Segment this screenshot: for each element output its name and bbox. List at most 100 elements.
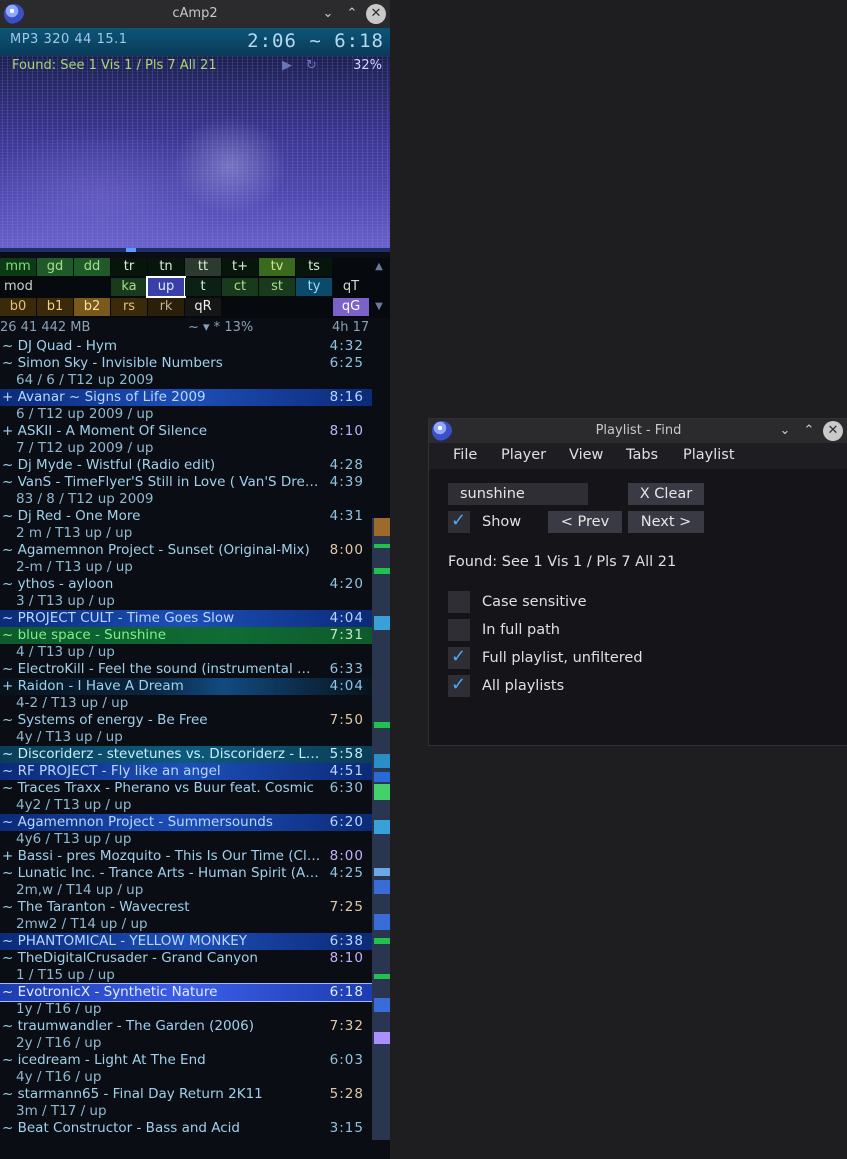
track-info-line[interactable]: 3m / T17 / up bbox=[0, 1103, 372, 1120]
track-info-line[interactable]: 1 / T15 up / up bbox=[0, 967, 372, 984]
track-info-line[interactable]: 4y / T13 up / up bbox=[0, 729, 372, 746]
tab-ct-button[interactable]: ct bbox=[222, 278, 258, 296]
clear-button[interactable]: X Clear bbox=[628, 483, 704, 505]
tab-ts-button[interactable]: ts bbox=[296, 258, 332, 276]
track-info-line[interactable]: 64 / 6 / T12 up 2009 bbox=[0, 372, 372, 389]
playlist-scrollbar[interactable] bbox=[372, 518, 390, 1140]
spectrogram-visualization[interactable]: Found: See 1 Vis 1 / Pls 7 All 21 ▶ ↻ 32… bbox=[0, 56, 390, 252]
minimize-icon[interactable]: ⌄ bbox=[318, 4, 338, 24]
option-checkbox-3[interactable] bbox=[448, 674, 470, 697]
prev-button[interactable]: < Prev bbox=[548, 511, 622, 533]
seek-handle[interactable] bbox=[126, 248, 136, 252]
tab-ty-button[interactable]: ty bbox=[296, 278, 332, 296]
track-row[interactable]: + Raidon - I Have A Dream 4:04 bbox=[0, 678, 372, 695]
track-row[interactable]: + ASKII - A Moment Of Silence 8:10 bbox=[0, 423, 372, 440]
track-row[interactable]: ~ TheDigitalCrusader - Grand Canyon 8:10 bbox=[0, 950, 372, 967]
track-info-line[interactable]: 2-m / T13 up / up bbox=[0, 559, 372, 576]
track-info-line[interactable]: 2 m / T13 up / up bbox=[0, 525, 372, 542]
option-checkbox-2[interactable] bbox=[448, 646, 470, 669]
tab-gd-button[interactable]: gd bbox=[37, 258, 73, 276]
play-icon[interactable]: ▶ bbox=[282, 58, 292, 73]
track-info-line[interactable]: 4 / T13 up / up bbox=[0, 644, 372, 661]
tab-t-button[interactable]: t+ bbox=[222, 258, 258, 276]
track-info-line[interactable]: 2m,w / T14 up / up bbox=[0, 882, 372, 899]
menu-playlist[interactable]: Playlist bbox=[683, 447, 735, 463]
close-icon[interactable]: ✕ bbox=[366, 4, 386, 24]
camp-titlebar[interactable]: cAmp2 ⌄ ⌃ ✕ bbox=[0, 0, 390, 28]
track-row[interactable]: ~ RF PROJECT - Fly like an angel 4:51 bbox=[0, 763, 372, 780]
tab-up-button[interactable]: up bbox=[146, 276, 186, 298]
seek-bar[interactable] bbox=[0, 248, 390, 252]
track-info-line[interactable]: 6 / T12 up 2009 / up bbox=[0, 406, 372, 423]
track-row[interactable]: ~ Beat Constructor - Bass and Acid 3:15 bbox=[0, 1120, 372, 1137]
dialog-maximize-icon[interactable]: ⌃ bbox=[799, 421, 819, 441]
track-row[interactable]: ~ Agamemnon Project - Summersounds 6:20 bbox=[0, 814, 372, 831]
tab-rk-button[interactable]: rk bbox=[148, 298, 184, 316]
track-info-line[interactable]: 3 / T13 up / up bbox=[0, 593, 372, 610]
option-checkbox-0[interactable] bbox=[448, 591, 470, 613]
menu-player[interactable]: Player bbox=[501, 447, 546, 463]
tab-tr-button[interactable]: tr bbox=[111, 258, 147, 276]
search-input[interactable] bbox=[448, 483, 588, 505]
option-checkbox-1[interactable] bbox=[448, 619, 470, 641]
track-row[interactable]: ~ Systems of energy - Be Free 7:50 bbox=[0, 712, 372, 729]
track-row[interactable]: ~ ythos - ayloon 4:20 bbox=[0, 576, 372, 593]
stats-mid[interactable]: ~ ▾ * 13% bbox=[188, 320, 253, 335]
track-row[interactable]: ~ PHANTOMICAL - YELLOW MONKEY 6:38 bbox=[0, 933, 372, 950]
track-row[interactable]: + Bassi - pres Mozquito - This Is Our Ti… bbox=[0, 848, 372, 865]
track-row[interactable]: ~ DJ Quad - Hym 4:32 bbox=[0, 338, 372, 355]
track-row[interactable]: ~ traumwandler - The Garden (2006) 7:32 bbox=[0, 1018, 372, 1035]
tab-tt-button[interactable]: tt bbox=[185, 258, 221, 276]
track-row[interactable]: ~ ElectroKill - Feel the sound (instrume… bbox=[0, 661, 372, 678]
menu-file[interactable]: File bbox=[453, 447, 477, 463]
track-row[interactable]: ~ icedream - Light At The End 6:03 bbox=[0, 1052, 372, 1069]
tab-qT-button[interactable]: qT bbox=[333, 278, 369, 296]
dialog-close-icon[interactable]: ✕ bbox=[823, 421, 843, 441]
tab-mm-button[interactable]: mm bbox=[0, 258, 36, 276]
tab-st-button[interactable]: st bbox=[259, 278, 295, 296]
tab-b2-button[interactable]: b2 bbox=[74, 298, 110, 316]
time-display[interactable]: 2:06 ~ 6:18 bbox=[247, 30, 384, 52]
track-row[interactable]: ~ starmann65 - Final Day Return 2K11 5:28 bbox=[0, 1086, 372, 1103]
track-row[interactable]: ~ blue space - Sunshine 7:31 bbox=[0, 627, 372, 644]
track-row[interactable]: ~ Discoriderz - stevetunes vs. Discoride… bbox=[0, 746, 372, 763]
tab-tv-button[interactable]: tv bbox=[259, 258, 295, 276]
track-info-line[interactable]: 2y / T16 / up bbox=[0, 1035, 372, 1052]
dialog-titlebar[interactable]: Playlist - Find ⌄ ⌃ ✕ bbox=[429, 419, 847, 443]
tab-rs-button[interactable]: rs bbox=[111, 298, 147, 316]
tab-t-button[interactable]: t bbox=[185, 278, 221, 296]
tab-b1-button[interactable]: b1 bbox=[37, 298, 73, 316]
track-row[interactable]: ~ PROJECT CULT - Time Goes Slow 4:04 bbox=[0, 610, 372, 627]
track-info-line[interactable]: 4y / T16 / up bbox=[0, 1069, 372, 1086]
track-row[interactable]: + Avanar ~ Signs of Life 2009 8:16 bbox=[0, 389, 372, 406]
track-info-line[interactable]: 4y6 / T13 up / up bbox=[0, 831, 372, 848]
tab-tn-button[interactable]: tn bbox=[148, 258, 184, 276]
tab-qG-button[interactable]: qG bbox=[333, 298, 369, 316]
track-row[interactable]: ~ The Taranton - Wavecrest 7:25 bbox=[0, 899, 372, 916]
maximize-icon[interactable]: ⌃ bbox=[342, 4, 362, 24]
tab-ka-button[interactable]: ka bbox=[111, 278, 147, 296]
track-row[interactable]: ~ Lunatic Inc. - Trance Arts - Human Spi… bbox=[0, 865, 372, 882]
scroll-up-icon[interactable]: ▲ bbox=[372, 258, 386, 276]
track-row[interactable]: ~ Dj Myde - Wistful (Radio edit) 4:28 bbox=[0, 457, 372, 474]
menu-view[interactable]: View bbox=[569, 447, 603, 463]
track-row[interactable]: ~ Dj Red - One More 4:31 bbox=[0, 508, 372, 525]
tab-dd-button[interactable]: dd bbox=[74, 258, 110, 276]
track-info-line[interactable]: 2mw2 / T14 up / up bbox=[0, 916, 372, 933]
tab-b0-button[interactable]: b0 bbox=[0, 298, 36, 316]
volume-percent[interactable]: 32% bbox=[353, 58, 382, 73]
track-row[interactable]: ~ Simon Sky - Invisible Numbers 6:25 bbox=[0, 355, 372, 372]
tab-qR-button[interactable]: qR bbox=[185, 298, 221, 316]
scroll-down-icon[interactable]: ▼ bbox=[372, 298, 386, 316]
menu-tabs[interactable]: Tabs bbox=[626, 447, 658, 463]
track-info-line[interactable]: 4-2 / T13 up / up bbox=[0, 695, 372, 712]
repeat-icon[interactable]: ↻ bbox=[306, 58, 317, 73]
track-row[interactable]: ~ VanS - TimeFlyer'S Still in Love ( Van… bbox=[0, 474, 372, 491]
track-info-line[interactable]: 83 / 8 / T12 up 2009 bbox=[0, 491, 372, 508]
tab-mod-button[interactable]: mod bbox=[0, 278, 64, 296]
track-row[interactable]: ~ EvotronicX - Synthetic Nature 6:18 bbox=[0, 983, 373, 1002]
track-row[interactable]: ~ Traces Traxx - Pherano vs Buur feat. C… bbox=[0, 780, 372, 797]
dialog-minimize-icon[interactable]: ⌄ bbox=[775, 421, 795, 441]
track-info-line[interactable]: 1y / T16 / up bbox=[0, 1001, 372, 1018]
track-info-line[interactable]: 4y2 / T13 up / up bbox=[0, 797, 372, 814]
